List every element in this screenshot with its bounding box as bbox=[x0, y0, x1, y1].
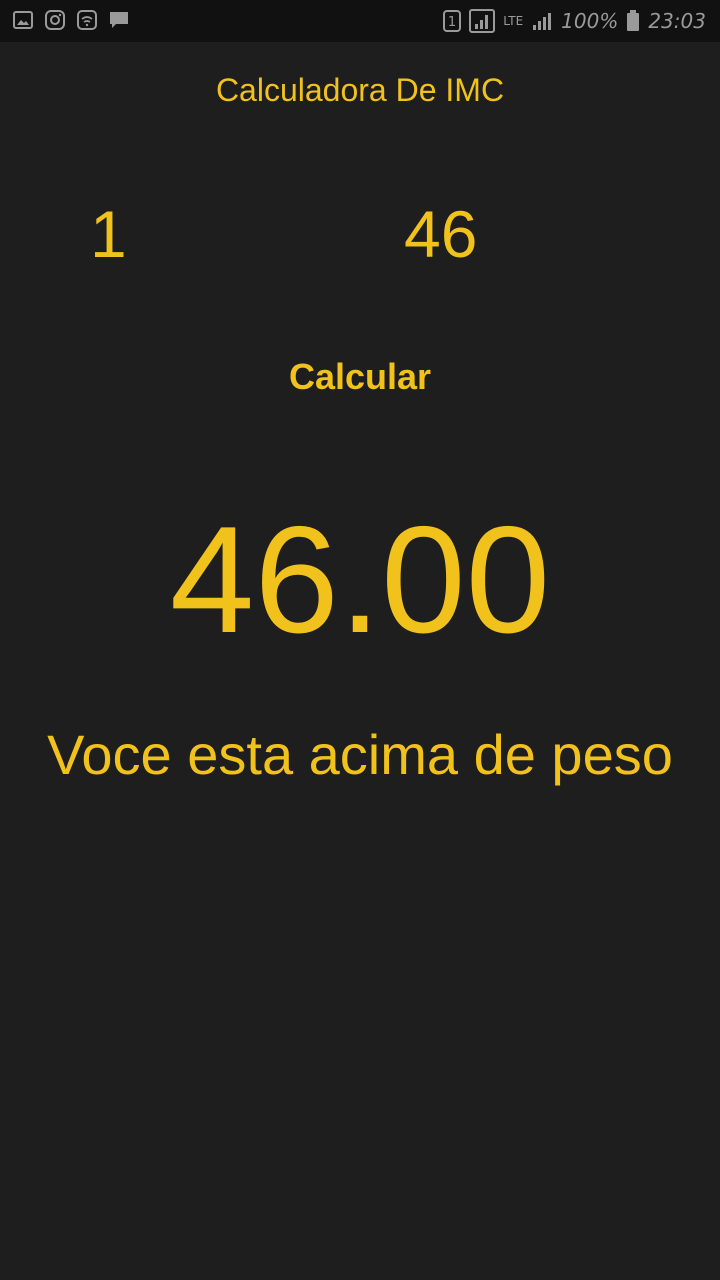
wifi-hotspot-icon bbox=[77, 10, 97, 30]
battery-percent: 100% bbox=[561, 9, 619, 33]
height-input[interactable]: 1 bbox=[90, 196, 127, 272]
battery-icon bbox=[627, 10, 640, 31]
system-indicators: 1 LTE 100% 23:03 bbox=[443, 6, 706, 36]
clock: 23:03 bbox=[648, 9, 706, 33]
message-icon bbox=[110, 12, 128, 28]
status-bar: 1 LTE 100% 23:03 bbox=[0, 0, 720, 42]
imc-result-value: 46.00 bbox=[169, 495, 551, 665]
gallery-icon bbox=[13, 11, 33, 29]
imc-calculator-screen: Calculadora De IMC 1 46 Calcular 46.00 V… bbox=[0, 42, 720, 1280]
instagram-icon bbox=[45, 10, 65, 30]
weight-input[interactable]: 46 bbox=[404, 196, 477, 272]
signal-icon bbox=[469, 9, 496, 33]
sim-slot-number: 1 bbox=[448, 15, 456, 30]
cell-signal-icon bbox=[533, 13, 552, 30]
network-type: LTE bbox=[503, 14, 524, 28]
sim-slot-icon: 1 bbox=[443, 10, 462, 32]
page-title: Calculadora De IMC bbox=[215, 72, 505, 108]
imc-result-message: Voce esta acima de peso bbox=[47, 723, 673, 786]
notification-icons bbox=[12, 9, 130, 31]
calculate-button[interactable]: Calcular bbox=[240, 342, 480, 412]
